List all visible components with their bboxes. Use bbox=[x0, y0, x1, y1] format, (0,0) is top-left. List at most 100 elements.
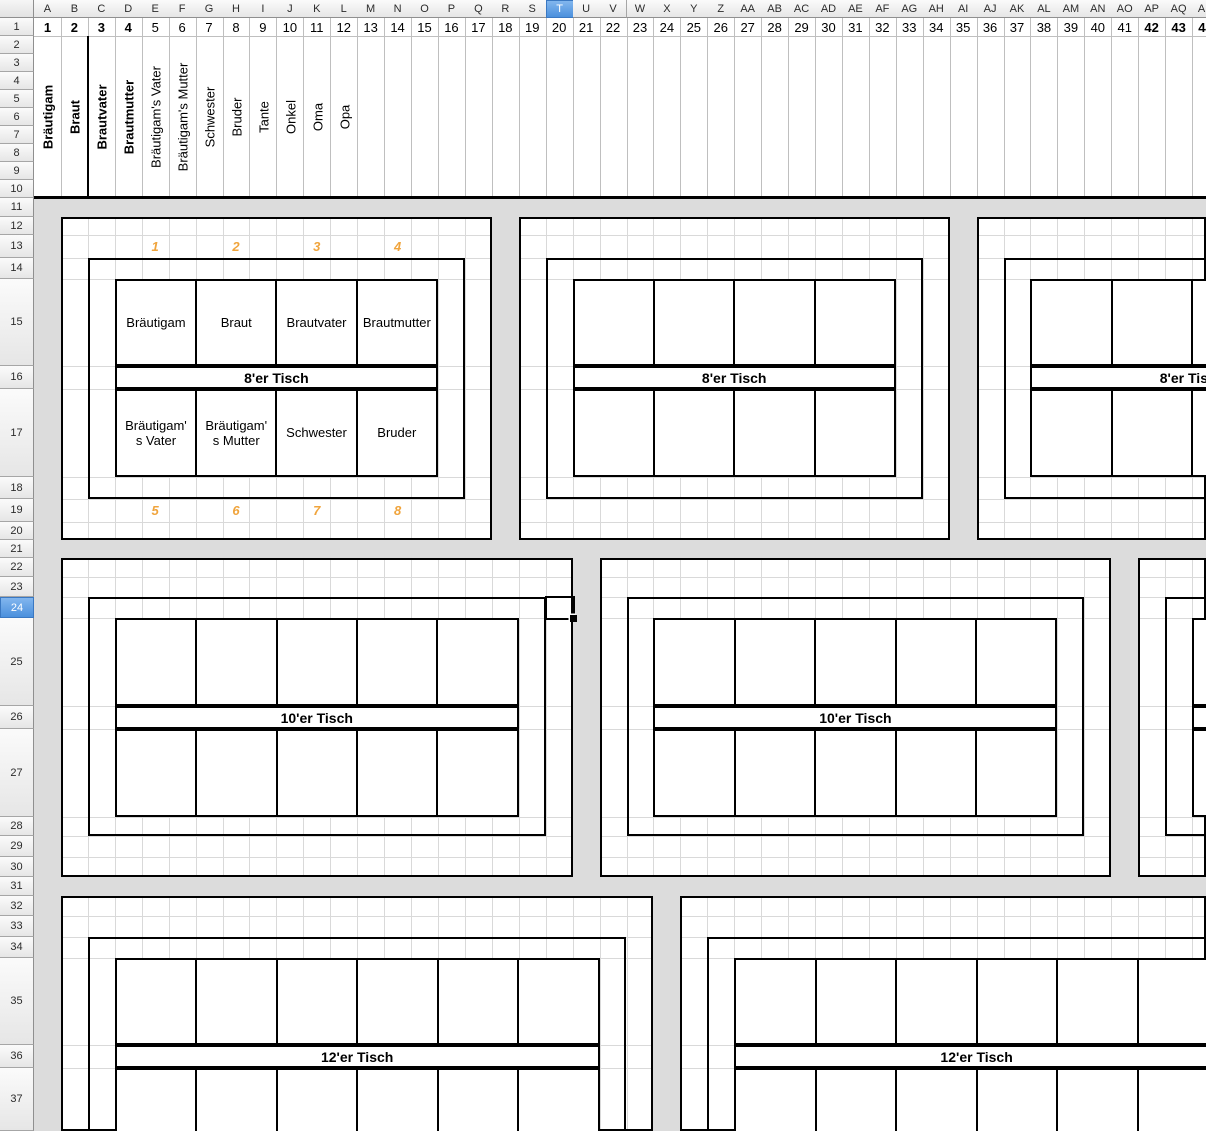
column-number-cell[interactable]: 22 bbox=[600, 18, 627, 36]
column-number-cell[interactable]: 12 bbox=[330, 18, 357, 36]
row-header-15[interactable]: 15 bbox=[0, 279, 34, 366]
column-header-I[interactable]: I bbox=[249, 0, 277, 18]
seat-cell[interactable] bbox=[736, 1070, 814, 1131]
column-number-cell[interactable]: 3 bbox=[88, 18, 115, 36]
column-number-cell[interactable]: 33 bbox=[896, 18, 923, 36]
row-header-18[interactable]: 18 bbox=[0, 477, 34, 499]
column-header-AD[interactable]: AD bbox=[815, 0, 843, 18]
column-header-N[interactable]: N bbox=[384, 0, 412, 18]
column-number-cell[interactable]: 36 bbox=[977, 18, 1004, 36]
row-header-33[interactable]: 33 bbox=[0, 916, 34, 937]
seat-cell[interactable] bbox=[1137, 1070, 1206, 1131]
seat-cell[interactable]: Brautmutter bbox=[356, 281, 436, 364]
column-header-AF[interactable]: AF bbox=[869, 0, 897, 18]
row-header-1[interactable]: 1 bbox=[0, 18, 34, 36]
column-header-J[interactable]: J bbox=[276, 0, 304, 18]
column-number-cell[interactable]: 5 bbox=[142, 18, 169, 36]
column-header-AO[interactable]: AO bbox=[1111, 0, 1139, 18]
seat-cell[interactable] bbox=[117, 731, 195, 815]
seat-cell[interactable]: Bräutigam bbox=[117, 281, 195, 364]
seat-cell[interactable] bbox=[736, 960, 814, 1043]
row-header-34[interactable]: 34 bbox=[0, 937, 34, 958]
column-header-D[interactable]: D bbox=[115, 0, 143, 18]
seat-cell[interactable] bbox=[1191, 281, 1206, 364]
column-header-K[interactable]: K bbox=[303, 0, 331, 18]
row-header-9[interactable]: 9 bbox=[0, 162, 34, 180]
column-number-cell[interactable]: 38 bbox=[1030, 18, 1057, 36]
column-number-cell[interactable]: 35 bbox=[950, 18, 977, 36]
column-header-G[interactable]: G bbox=[196, 0, 224, 18]
seat-cell[interactable] bbox=[117, 1070, 195, 1131]
row-header-32[interactable]: 32 bbox=[0, 896, 34, 916]
column-number-cell[interactable]: 30 bbox=[815, 18, 842, 36]
row-header-8[interactable]: 8 bbox=[0, 144, 34, 162]
column-number-cell[interactable]: 31 bbox=[842, 18, 869, 36]
column-header-H[interactable]: H bbox=[223, 0, 251, 18]
table-label-band[interactable]: 8'er Tisch bbox=[115, 366, 438, 389]
seat-cell[interactable] bbox=[276, 1070, 356, 1131]
column-number-cell[interactable]: 25 bbox=[680, 18, 707, 36]
row-header-30[interactable]: 30 bbox=[0, 857, 34, 877]
seat-cell[interactable] bbox=[195, 731, 275, 815]
table-label-band[interactable]: 12'er Tisch bbox=[734, 1045, 1206, 1068]
column-header-AH[interactable]: AH bbox=[923, 0, 951, 18]
column-header-W[interactable]: W bbox=[627, 0, 655, 18]
column-header-AL[interactable]: AL bbox=[1030, 0, 1058, 18]
column-number-cell[interactable]: 23 bbox=[627, 18, 654, 36]
column-header-F[interactable]: F bbox=[169, 0, 197, 18]
column-number-cell[interactable]: 27 bbox=[734, 18, 761, 36]
column-number-cell[interactable]: 44 bbox=[1192, 18, 1206, 36]
column-number-cell[interactable]: 16 bbox=[438, 18, 465, 36]
column-header-Z[interactable]: Z bbox=[707, 0, 735, 18]
seat-cell[interactable]: Bräutigam' s Vater bbox=[117, 391, 195, 475]
seat-cell[interactable] bbox=[976, 960, 1056, 1043]
row-header-12[interactable]: 12 bbox=[0, 217, 34, 235]
seat-cell[interactable]: Bruder bbox=[356, 391, 436, 475]
seat-cell[interactable] bbox=[117, 960, 195, 1043]
column-number-cell[interactable]: 37 bbox=[1004, 18, 1031, 36]
column-number-cell[interactable]: 39 bbox=[1057, 18, 1084, 36]
seat-cell[interactable] bbox=[1032, 281, 1110, 364]
seat-cell[interactable] bbox=[356, 731, 436, 815]
seat-cell[interactable] bbox=[1111, 281, 1191, 364]
column-number-cell[interactable]: 20 bbox=[546, 18, 573, 36]
column-header-M[interactable]: M bbox=[357, 0, 385, 18]
column-number-cell[interactable]: 19 bbox=[519, 18, 546, 36]
row-header-31[interactable]: 31 bbox=[0, 877, 34, 896]
column-number-cell[interactable]: 10 bbox=[276, 18, 303, 36]
column-header-B[interactable]: B bbox=[61, 0, 89, 18]
seat-cell[interactable] bbox=[437, 960, 517, 1043]
seat-cell[interactable] bbox=[1137, 960, 1206, 1043]
row-header-14[interactable]: 14 bbox=[0, 258, 34, 279]
column-number-cell[interactable]: 24 bbox=[653, 18, 680, 36]
row-header-5[interactable]: 5 bbox=[0, 90, 34, 108]
table-label-band[interactable]: 10'er Tisch bbox=[1192, 706, 1206, 729]
row-header-20[interactable]: 20 bbox=[0, 522, 34, 540]
column-number-cell[interactable]: 4 bbox=[115, 18, 142, 36]
table-label-band[interactable]: 10'er Tisch bbox=[115, 706, 519, 729]
seat-cell[interactable] bbox=[975, 620, 1055, 704]
row-header-36[interactable]: 36 bbox=[0, 1045, 34, 1068]
table-label-band[interactable]: 8'er Tisch bbox=[1030, 366, 1206, 389]
seat-cell[interactable] bbox=[276, 620, 356, 704]
column-number-cell[interactable]: 28 bbox=[761, 18, 788, 36]
seat-cell[interactable] bbox=[815, 960, 895, 1043]
seat-cell[interactable] bbox=[195, 960, 275, 1043]
row-header-28[interactable]: 28 bbox=[0, 817, 34, 836]
column-header-AK[interactable]: AK bbox=[1004, 0, 1032, 18]
column-number-cell[interactable]: 14 bbox=[384, 18, 411, 36]
seat-cell[interactable] bbox=[517, 960, 597, 1043]
row-header-17[interactable]: 17 bbox=[0, 389, 34, 477]
column-header-AB[interactable]: AB bbox=[761, 0, 789, 18]
column-header-T[interactable]: T bbox=[546, 0, 574, 18]
column-header-AM[interactable]: AM bbox=[1057, 0, 1085, 18]
column-number-cell[interactable]: 42 bbox=[1138, 18, 1165, 36]
table-label-band[interactable]: 10'er Tisch bbox=[653, 706, 1057, 729]
seat-cell[interactable] bbox=[517, 1070, 597, 1131]
row-header-25[interactable]: 25 bbox=[0, 618, 34, 706]
seat-cell[interactable] bbox=[734, 731, 814, 815]
column-header-R[interactable]: R bbox=[492, 0, 520, 18]
column-number-cell[interactable]: 18 bbox=[492, 18, 519, 36]
seat-cell[interactable] bbox=[1191, 391, 1206, 475]
seat-cell[interactable] bbox=[815, 1070, 895, 1131]
